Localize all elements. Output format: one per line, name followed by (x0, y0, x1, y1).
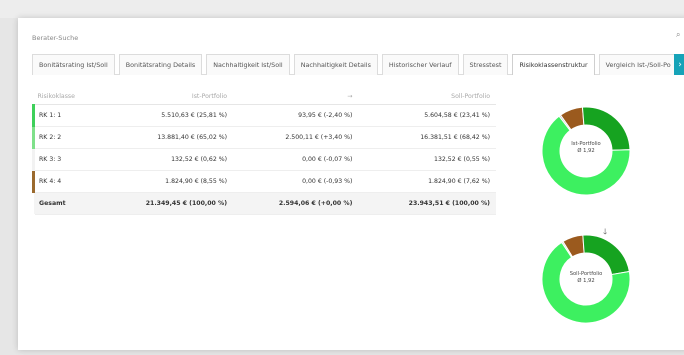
table-row: RK 2: 2 13.881,40 € (65,02 %) 2.500,11 €… (32, 126, 496, 149)
ist-portfolio-donut: Ist-Portfolio Ø 1,92 (538, 103, 634, 199)
panel-title: Berater-Suche (32, 34, 79, 42)
risk-class-table: Risikoklasse Ist-Portfolio → Soll-Portfo… (32, 90, 496, 215)
ist-cell: 1.824,90 € (8,55 %) (95, 170, 234, 193)
total-label: Gesamt (33, 192, 96, 215)
soll-donut-title: Soll-Portfolio (569, 271, 603, 277)
total-ist: 21.349,45 € (100,00 %) (95, 192, 234, 215)
risk-class-cell: RK 3: 3 (32, 148, 96, 171)
delta-cell: 0,00 € (-0,93 %) (233, 170, 359, 193)
dialog-panel: Berater-Suche ⌕ Bonitätsrating Ist/Soll … (18, 18, 684, 350)
search-icon[interactable]: ⌕ (676, 30, 680, 40)
ist-cell: 5.510,63 € (25,81 %) (95, 104, 234, 127)
soll-cell: 16.381,51 € (68,42 %) (358, 126, 496, 149)
table-row: RK 1: 1 5.510,63 € (25,81 %) 93,95 € (-2… (32, 104, 496, 127)
risk-class-cell: RK 1: 1 (32, 104, 96, 127)
soll-cell: 1.824,90 € (7,62 %) (358, 170, 496, 193)
header-ist-portfolio: Ist-Portfolio (95, 90, 234, 105)
tab-historischer-verlauf[interactable]: Historischer Verlauf (381, 54, 459, 75)
total-delta: 2.594,06 € (+0,00 %) (233, 192, 359, 215)
header-arrow-icon: → (233, 90, 359, 105)
ist-cell: 132,52 € (0,62 %) (95, 148, 234, 171)
delta-cell: 0,00 € (-0,07 %) (233, 148, 359, 171)
table-row: RK 4: 4 1.824,90 € (8,55 %) 0,00 € (-0,9… (32, 170, 496, 193)
table-row: RK 3: 3 132,52 € (0,62 %) 0,00 € (-0,07 … (32, 148, 496, 171)
tab-stresstest[interactable]: Stresstest (462, 54, 509, 75)
tab-scroll-right-icon[interactable]: › (674, 54, 684, 75)
backdrop (0, 0, 684, 18)
tab-bonitaetsrating-ist-soll[interactable]: Bonitätsrating Ist/Soll (32, 54, 115, 75)
soll-donut-value: Ø 1,92 (577, 278, 595, 284)
soll-portfolio-donut: Soll-Portfolio Ø 1,92 (538, 231, 634, 327)
soll-cell: 132,52 € (0,55 %) (358, 148, 496, 171)
table-total-row: Gesamt 21.349,45 € (100,00 %) 2.594,06 €… (33, 192, 496, 215)
tab-vergleich-ist-soll[interactable]: Vergleich Ist-/Soll-Po (598, 54, 678, 75)
risk-class-cell: RK 2: 2 (32, 126, 96, 149)
tab-nachhaltigkeit-ist-soll[interactable]: Nachhaltigkeit Ist/Soll (206, 54, 290, 75)
header-risikoklasse: Risikoklasse (33, 90, 96, 105)
tab-risikoklassenstruktur[interactable]: Risikoklassenstruktur (512, 54, 595, 75)
risk-class-cell: RK 4: 4 (32, 170, 96, 193)
tab-nachhaltigkeit-details[interactable]: Nachhaltigkeit Details (293, 54, 378, 75)
header-soll-portfolio: Soll-Portfolio (358, 90, 496, 105)
delta-cell: 2.500,11 € (+3,40 %) (233, 126, 359, 149)
soll-cell: 5.604,58 € (23,41 %) (358, 104, 496, 127)
ist-donut-title: Ist-Portfolio (571, 141, 601, 147)
tab-bar: Bonitätsrating Ist/Soll Bonitätsrating D… (32, 54, 682, 75)
delta-cell: 93,95 € (-2,40 %) (233, 104, 359, 127)
tab-bonitaetsrating-details[interactable]: Bonitätsrating Details (118, 54, 203, 75)
ist-donut-value: Ø 1,92 (577, 148, 595, 154)
total-soll: 23.943,51 € (100,00 %) (358, 192, 496, 215)
ist-cell: 13.881,40 € (65,02 %) (95, 126, 234, 149)
